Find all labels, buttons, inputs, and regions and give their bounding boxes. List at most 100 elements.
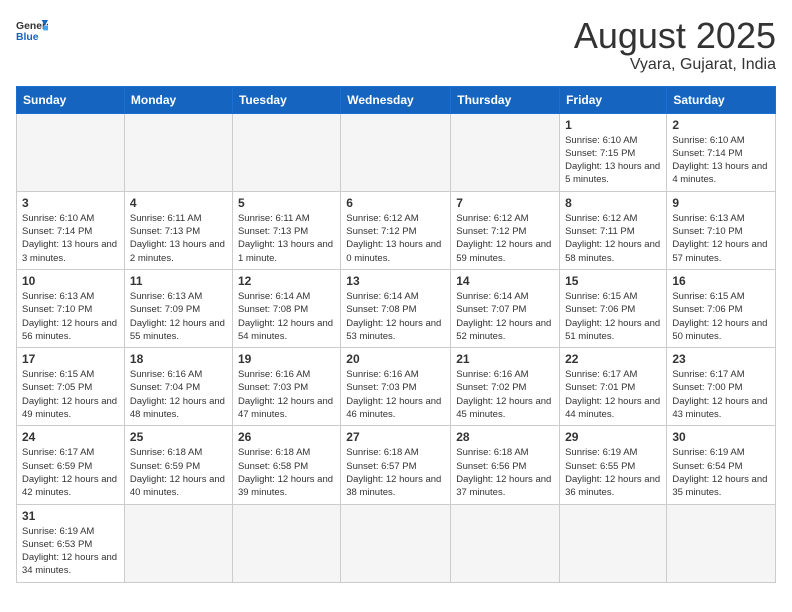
calendar-cell xyxy=(17,113,125,191)
day-info: Sunrise: 6:17 AM Sunset: 7:01 PM Dayligh… xyxy=(565,368,661,421)
calendar-cell: 6 Sunrise: 6:12 AM Sunset: 7:12 PM Daylig… xyxy=(341,191,451,269)
calendar-cell: 27Sunrise: 6:18 AM Sunset: 6:57 PM Dayli… xyxy=(341,426,451,504)
calendar-cell: 12 Sunrise: 6:14 AM Sunset: 7:08 PM Dayli… xyxy=(232,269,340,347)
calendar-cell: 14 Sunrise: 6:14 AM Sunset: 7:07 PM Dayli… xyxy=(451,269,560,347)
calendar-cell: 22 Sunrise: 6:17 AM Sunset: 7:01 PM Dayli… xyxy=(560,348,667,426)
calendar-cell: 20 Sunrise: 6:16 AM Sunset: 7:03 PM Dayli… xyxy=(341,348,451,426)
location-title: Vyara, Gujarat, India xyxy=(574,56,776,74)
day-info: Sunrise: 6:18 AM Sunset: 6:59 PM Dayligh… xyxy=(130,446,227,499)
day-number: 30 xyxy=(672,430,770,444)
col-header-sunday: Sunday xyxy=(17,86,125,113)
calendar-week-6: 31 Sunrise: 6:19 AM Sunset: 6:53 PM Dayli… xyxy=(17,504,776,582)
day-number: 4 xyxy=(130,196,227,210)
calendar-week-1: 1 Sunrise: 6:10 AM Sunset: 7:15 PM Daylig… xyxy=(17,113,776,191)
day-number: 10 xyxy=(22,274,119,288)
day-number: 13 xyxy=(346,274,445,288)
calendar-cell xyxy=(124,113,232,191)
day-info: Sunrise: 6:10 AM Sunset: 7:15 PM Dayligh… xyxy=(565,134,661,187)
calendar-cell: 13 Sunrise: 6:14 AM Sunset: 7:08 PM Dayli… xyxy=(341,269,451,347)
day-info: Sunrise: 6:14 AM Sunset: 7:08 PM Dayligh… xyxy=(238,290,335,343)
calendar-cell xyxy=(124,504,232,582)
calendar-cell: 21 Sunrise: 6:16 AM Sunset: 7:02 PM Dayli… xyxy=(451,348,560,426)
calendar-cell: 5 Sunrise: 6:11 AM Sunset: 7:13 PM Daylig… xyxy=(232,191,340,269)
day-number: 16 xyxy=(672,274,770,288)
calendar-cell: 30Sunrise: 6:19 AM Sunset: 6:54 PM Dayli… xyxy=(667,426,776,504)
calendar-cell: 25 Sunrise: 6:18 AM Sunset: 6:59 PM Dayli… xyxy=(124,426,232,504)
calendar-cell: 15Sunrise: 6:15 AM Sunset: 7:06 PM Dayli… xyxy=(560,269,667,347)
calendar-cell xyxy=(341,113,451,191)
day-number: 28 xyxy=(456,430,554,444)
day-info: Sunrise: 6:16 AM Sunset: 7:03 PM Dayligh… xyxy=(346,368,445,421)
calendar-cell xyxy=(341,504,451,582)
col-header-thursday: Thursday xyxy=(451,86,560,113)
calendar-cell: 4Sunrise: 6:11 AM Sunset: 7:13 PM Daylig… xyxy=(124,191,232,269)
day-number: 8 xyxy=(565,196,661,210)
calendar-cell xyxy=(232,504,340,582)
calendar-table: SundayMondayTuesdayWednesdayThursdayFrid… xyxy=(16,86,776,583)
day-info: Sunrise: 6:13 AM Sunset: 7:10 PM Dayligh… xyxy=(22,290,119,343)
day-info: Sunrise: 6:13 AM Sunset: 7:10 PM Dayligh… xyxy=(672,212,770,265)
page-header: General Blue August 2025 Vyara, Gujarat,… xyxy=(16,16,776,74)
calendar-cell xyxy=(232,113,340,191)
col-header-monday: Monday xyxy=(124,86,232,113)
day-number: 9 xyxy=(672,196,770,210)
day-number: 15 xyxy=(565,274,661,288)
day-info: Sunrise: 6:10 AM Sunset: 7:14 PM Dayligh… xyxy=(22,212,119,265)
calendar-cell: 16 Sunrise: 6:15 AM Sunset: 7:06 PM Dayli… xyxy=(667,269,776,347)
day-number: 21 xyxy=(456,352,554,366)
day-info: Sunrise: 6:14 AM Sunset: 7:07 PM Dayligh… xyxy=(456,290,554,343)
day-info: Sunrise: 6:17 AM Sunset: 7:00 PM Dayligh… xyxy=(672,368,770,421)
day-number: 20 xyxy=(346,352,445,366)
logo-icon: General Blue xyxy=(16,16,48,44)
logo: General Blue xyxy=(16,16,48,44)
day-number: 6 xyxy=(346,196,445,210)
day-number: 22 xyxy=(565,352,661,366)
day-number: 5 xyxy=(238,196,335,210)
day-number: 23 xyxy=(672,352,770,366)
calendar-week-4: 17Sunrise: 6:15 AM Sunset: 7:05 PM Dayli… xyxy=(17,348,776,426)
calendar-cell: 2Sunrise: 6:10 AM Sunset: 7:14 PM Daylig… xyxy=(667,113,776,191)
day-number: 12 xyxy=(238,274,335,288)
calendar-cell: 9 Sunrise: 6:13 AM Sunset: 7:10 PM Daylig… xyxy=(667,191,776,269)
day-info: Sunrise: 6:18 AM Sunset: 6:57 PM Dayligh… xyxy=(346,446,445,499)
calendar-cell xyxy=(667,504,776,582)
day-number: 3 xyxy=(22,196,119,210)
day-info: Sunrise: 6:17 AM Sunset: 6:59 PM Dayligh… xyxy=(22,446,119,499)
day-info: Sunrise: 6:19 AM Sunset: 6:55 PM Dayligh… xyxy=(565,446,661,499)
day-info: Sunrise: 6:12 AM Sunset: 7:12 PM Dayligh… xyxy=(346,212,445,265)
calendar-cell: 18Sunrise: 6:16 AM Sunset: 7:04 PM Dayli… xyxy=(124,348,232,426)
day-info: Sunrise: 6:12 AM Sunset: 7:12 PM Dayligh… xyxy=(456,212,554,265)
calendar-cell: 7Sunrise: 6:12 AM Sunset: 7:12 PM Daylig… xyxy=(451,191,560,269)
calendar-cell: 29 Sunrise: 6:19 AM Sunset: 6:55 PM Dayli… xyxy=(560,426,667,504)
calendar-header-row: SundayMondayTuesdayWednesdayThursdayFrid… xyxy=(17,86,776,113)
col-header-wednesday: Wednesday xyxy=(341,86,451,113)
day-number: 25 xyxy=(130,430,227,444)
calendar-week-2: 3 Sunrise: 6:10 AM Sunset: 7:14 PM Daylig… xyxy=(17,191,776,269)
col-header-saturday: Saturday xyxy=(667,86,776,113)
calendar-cell: 23 Sunrise: 6:17 AM Sunset: 7:00 PM Dayli… xyxy=(667,348,776,426)
calendar-cell: 17Sunrise: 6:15 AM Sunset: 7:05 PM Dayli… xyxy=(17,348,125,426)
calendar-week-5: 24Sunrise: 6:17 AM Sunset: 6:59 PM Dayli… xyxy=(17,426,776,504)
calendar-cell: 10 Sunrise: 6:13 AM Sunset: 7:10 PM Dayli… xyxy=(17,269,125,347)
day-info: Sunrise: 6:15 AM Sunset: 7:06 PM Dayligh… xyxy=(672,290,770,343)
svg-text:Blue: Blue xyxy=(16,32,39,43)
day-number: 14 xyxy=(456,274,554,288)
col-header-tuesday: Tuesday xyxy=(232,86,340,113)
day-number: 11 xyxy=(130,274,227,288)
day-info: Sunrise: 6:14 AM Sunset: 7:08 PM Dayligh… xyxy=(346,290,445,343)
day-number: 31 xyxy=(22,509,119,523)
day-info: Sunrise: 6:11 AM Sunset: 7:13 PM Dayligh… xyxy=(238,212,335,265)
calendar-cell xyxy=(451,113,560,191)
title-area: August 2025 Vyara, Gujarat, India xyxy=(574,16,776,74)
calendar-cell: 3 Sunrise: 6:10 AM Sunset: 7:14 PM Daylig… xyxy=(17,191,125,269)
day-info: Sunrise: 6:19 AM Sunset: 6:53 PM Dayligh… xyxy=(22,525,119,578)
day-number: 29 xyxy=(565,430,661,444)
calendar-cell: 1 Sunrise: 6:10 AM Sunset: 7:15 PM Daylig… xyxy=(560,113,667,191)
day-number: 1 xyxy=(565,118,661,132)
day-number: 26 xyxy=(238,430,335,444)
calendar-cell: 28Sunrise: 6:18 AM Sunset: 6:56 PM Dayli… xyxy=(451,426,560,504)
day-info: Sunrise: 6:16 AM Sunset: 7:03 PM Dayligh… xyxy=(238,368,335,421)
day-info: Sunrise: 6:10 AM Sunset: 7:14 PM Dayligh… xyxy=(672,134,770,187)
day-info: Sunrise: 6:16 AM Sunset: 7:02 PM Dayligh… xyxy=(456,368,554,421)
month-title: August 2025 xyxy=(574,16,776,56)
